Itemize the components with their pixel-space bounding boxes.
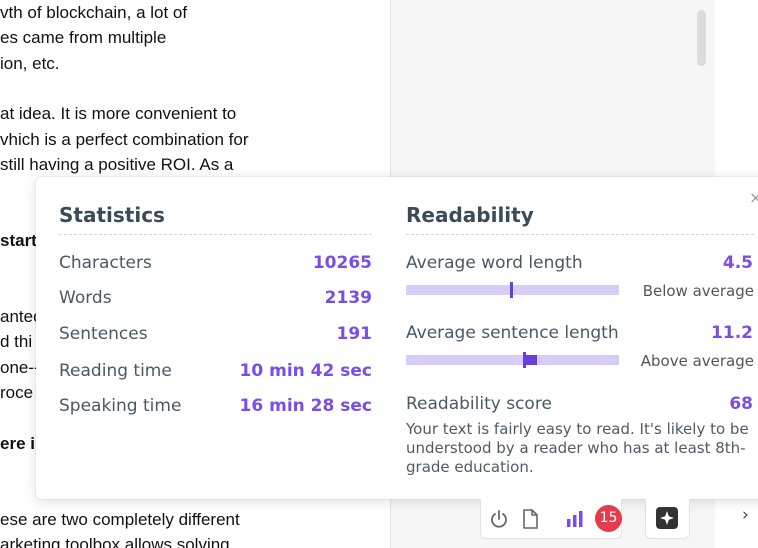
document-line: ion, etc. [0, 54, 60, 73]
bar-chart-icon[interactable] [564, 508, 586, 530]
stat-label-reading-time: Reading time [59, 361, 172, 381]
document-line: arketing toolbox allows solving [0, 535, 230, 548]
document-line: d thi [0, 332, 33, 351]
document-line: vhich is a perfect combination for [0, 130, 249, 149]
stat-value-characters: 10265 [312, 253, 372, 273]
document-line: roce [0, 383, 34, 402]
sentence-length-value: 11.2 [711, 323, 753, 343]
document-heading: ere i [0, 434, 35, 453]
stat-value-reading-time: 10 min 42 sec [239, 361, 372, 381]
stat-label-characters: Characters [59, 253, 152, 273]
document-icon[interactable] [519, 508, 541, 530]
sparkle-icon[interactable] [656, 507, 678, 529]
stat-label-speaking-time: Speaking time [59, 396, 182, 416]
stat-value-sentences: 191 [336, 324, 373, 344]
chevron-right-icon[interactable]: › [742, 505, 749, 525]
word-length-hint: Below average [642, 282, 754, 300]
close-icon[interactable]: × [749, 188, 758, 207]
readability-description: Your text is fairly easy to read. It's l… [406, 420, 749, 476]
sentence-length-bar [406, 352, 619, 368]
divider [59, 234, 372, 235]
stat-label-sentences: Sentences [59, 324, 148, 344]
stat-value-words: 2139 [324, 288, 372, 308]
readability-score-label: Readability score [406, 394, 552, 414]
document-line: still having a positive ROI. As a [0, 155, 234, 174]
word-length-bar [406, 282, 619, 298]
sentence-length-hint: Above average [640, 352, 754, 370]
issue-count-badge[interactable]: 15 [595, 505, 622, 532]
divider [406, 234, 754, 235]
stat-value-speaking-time: 16 min 28 sec [239, 396, 372, 416]
word-length-label: Average word length [406, 253, 583, 273]
readability-title: Readability [406, 203, 534, 227]
scrollbar-thumb[interactable] [697, 10, 706, 66]
document-line: at idea. It is more convenient to [0, 104, 237, 123]
word-length-value: 4.5 [722, 253, 753, 273]
document-line: es came from multiple [0, 28, 167, 47]
word-length-marker [510, 282, 513, 298]
stat-label-words: Words [59, 288, 112, 308]
document-line: vth of blockchain, a lot of [0, 3, 188, 22]
document-line: ese are two completely different [0, 510, 240, 529]
sentence-length-marker [523, 352, 526, 368]
sentence-length-label: Average sentence length [406, 323, 619, 343]
statistics-title: Statistics [59, 203, 165, 227]
power-icon[interactable] [488, 508, 510, 530]
readability-score-value: 68 [729, 394, 753, 414]
document-line: one-- [0, 358, 40, 377]
